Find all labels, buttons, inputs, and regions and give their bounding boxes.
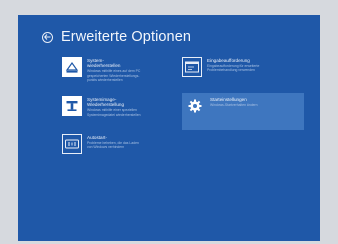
startup-repair-icon xyxy=(62,134,82,154)
system-restore-icon xyxy=(62,57,82,77)
option-system-restore[interactable]: System- wiederherstellen Windows mithilf… xyxy=(62,57,174,89)
option-title: Wiederherstellung xyxy=(87,102,125,108)
back-button[interactable] xyxy=(42,31,53,43)
option-description: Windows mithilfe einer speziellen System… xyxy=(87,108,141,117)
command-prompt-icon xyxy=(182,57,202,77)
option-command-prompt[interactable]: Eingabeaufforderung Eingabeaufforderung … xyxy=(182,57,294,89)
option-description: Windows mithilfe eines auf dem PC gespei… xyxy=(87,69,141,82)
option-title: Autostart- xyxy=(87,135,107,140)
option-description: Probleme beheben, die das Laden von Wind… xyxy=(87,141,139,150)
option-description: Windows-Startverhalten ändern xyxy=(210,103,258,108)
back-arrow-icon xyxy=(44,34,51,40)
option-startup-settings[interactable]: Starteinstellungen Windows-Startverhalte… xyxy=(182,93,304,130)
advanced-options-screen: Erweiterte Optionen System- wiederherste… xyxy=(18,15,320,241)
system-image-recovery-icon xyxy=(62,96,82,116)
header: Erweiterte Optionen xyxy=(42,27,191,47)
option-description: Eingabeaufforderung für erweiterte Probl… xyxy=(207,64,260,73)
startup-settings-gear-icon xyxy=(185,96,205,116)
option-title: wiederherstellen xyxy=(87,63,121,69)
option-startup-repair[interactable]: Autostart- Probleme beheben, die das Lad… xyxy=(62,134,174,166)
option-title: Starteinstellungen xyxy=(210,97,247,102)
option-title: Eingabeaufforderung xyxy=(207,58,250,63)
page-title: Erweiterte Optionen xyxy=(61,29,192,45)
option-system-image-recovery[interactable]: Systemimage- Wiederherstellung Windows m… xyxy=(62,96,174,128)
